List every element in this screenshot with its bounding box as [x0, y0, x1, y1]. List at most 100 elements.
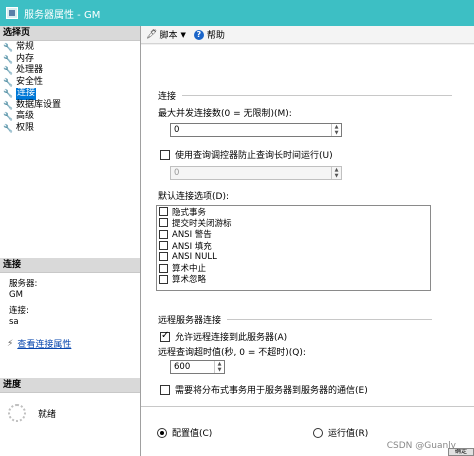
nav-item-label: 常规	[16, 42, 35, 52]
list-item[interactable]: ANSI 填充	[157, 240, 430, 252]
option-checkbox[interactable]	[159, 218, 168, 228]
wrench-icon: 🔧	[3, 89, 13, 98]
script-button[interactable]: 🖋 脚本 ▼	[146, 28, 186, 42]
select-page-header: 选择页	[0, 26, 140, 41]
configured-values-label: 配置值(C)	[172, 429, 213, 439]
nav-item-label: 权限	[16, 122, 35, 133]
option-checkbox[interactable]	[159, 229, 168, 239]
option-label: ANSI 警告	[172, 230, 212, 241]
running-values-label: 运行值(R)	[328, 429, 369, 439]
title-bar: 服务器属性 - GM	[0, 0, 474, 26]
script-label: 脚本	[159, 31, 178, 41]
option-label: 提交时关闭游标	[172, 218, 232, 229]
allow-remote-checkbox[interactable]	[160, 330, 170, 342]
default-options-list[interactable]: 隐式事务 提交时关闭游标 ANSI 警告 ANSI 填充 ANSI NULL 算…	[156, 205, 431, 291]
help-button[interactable]: ? 帮助	[193, 28, 225, 41]
help-icon: ?	[193, 29, 204, 40]
server-value: GM	[9, 290, 23, 300]
option-label: ANSI 填充	[172, 241, 212, 252]
wrench-icon: 🔧	[3, 112, 13, 121]
wrench-icon: 🔧	[3, 54, 13, 64]
list-item[interactable]: 算术中止	[157, 262, 430, 275]
option-checkbox[interactable]	[159, 274, 168, 284]
group-divider	[227, 319, 433, 320]
right-panel: 🖋 脚本 ▼ ? 帮助 连接 最大并发连接数(0 = 无限制)(M): 0 ▲ ▼…	[141, 26, 474, 456]
option-label: 算术忽略	[172, 275, 207, 286]
nav-item-connections[interactable]: 🔧 连接	[0, 88, 140, 100]
query-governor-row[interactable]: 使用查询调控器防止查询长时间运行(U)	[160, 148, 333, 161]
nav-item-database-settings[interactable]: 🔧 数据库设置	[0, 100, 140, 112]
nav-item-label: 处理器	[16, 65, 44, 75]
option-label: 算术中止	[172, 264, 207, 275]
view-connection-properties-link[interactable]: 查看连接属性	[17, 337, 71, 350]
connections-group-title: 连接	[158, 89, 453, 102]
nav-item-security[interactable]: 🔧 安全性	[0, 77, 140, 89]
nav-item-label: 高级	[16, 111, 35, 121]
query-governor-checkbox[interactable]	[160, 149, 170, 160]
max-connections-input[interactable]: 0 ▲ ▼	[170, 123, 342, 137]
nav-item-label: 连接	[16, 88, 37, 100]
max-connections-label: 最大并发连接数(0 = 无限制)(M):	[158, 109, 292, 119]
list-item[interactable]: 隐式事务	[157, 206, 430, 218]
default-options-label: 默认连接选项(D):	[158, 192, 229, 202]
group-divider	[182, 95, 453, 96]
running-values-option[interactable]: 运行值(R)	[313, 426, 368, 439]
wrench-icon: 🔧	[3, 77, 13, 87]
ok-button[interactable]: 确定	[448, 448, 474, 456]
option-checkbox[interactable]	[159, 263, 168, 273]
nav-item-permissions[interactable]: 🔧 权限	[0, 123, 140, 135]
spinner-arrows-icon[interactable]: ▲ ▼	[331, 167, 341, 179]
dist-tx-row[interactable]: 需要将分布式事务用于服务器到服务器的通信(E)	[160, 383, 368, 396]
progress-status: 就绪	[38, 409, 57, 420]
wrench-icon: 🔧	[3, 66, 13, 75]
option-label: ANSI NULL	[172, 251, 217, 262]
query-governor-input[interactable]: 0 ▲ ▼	[170, 166, 342, 180]
connection-header: 连接	[0, 258, 140, 273]
allow-remote-row[interactable]: 允许远程连接到此服务器(A)	[160, 330, 287, 343]
left-panel: 选择页 🔧 常规 🔧 内存 🔧 处理器 🔧 安全性 🔧 连接 🔧 数据库设置 🔧 高级 🔧 权限…	[0, 26, 141, 456]
nav-item-memory[interactable]: 🔧 内存	[0, 54, 140, 66]
option-checkbox[interactable]	[159, 252, 168, 262]
script-icon: 🖋	[146, 29, 158, 40]
running-values-radio[interactable]	[313, 427, 323, 438]
configured-values-option[interactable]: 配置值(C)	[157, 426, 212, 439]
window-title: 服务器属性 - GM	[24, 9, 101, 21]
server-properties-icon	[6, 7, 18, 19]
dist-tx-checkbox[interactable]	[160, 384, 170, 395]
list-item[interactable]: 提交时关闭游标	[157, 217, 430, 229]
section-divider	[141, 406, 474, 407]
nav-item-advanced[interactable]: 🔧 高级	[0, 111, 140, 123]
wrench-icon: 🔧	[3, 123, 13, 133]
list-item[interactable]: ANSI NULL	[157, 251, 430, 262]
view-connection-properties[interactable]: ⚡ 查看连接属性	[0, 337, 140, 351]
watermark: CSDN @Guanly	[386, 441, 456, 451]
spinner-arrows-icon[interactable]: ▲ ▼	[331, 124, 341, 136]
option-label: 隐式事务	[172, 207, 207, 218]
remote-timeout-input[interactable]: 600 ▲ ▼	[170, 360, 225, 374]
connections-group-label: 连接	[158, 92, 177, 102]
chevron-down-icon: ▼	[180, 30, 186, 39]
help-label: 帮助	[206, 31, 225, 41]
progress-status-row: 就绪	[0, 404, 140, 422]
option-checkbox[interactable]	[159, 207, 168, 217]
nav-item-processor[interactable]: 🔧 处理器	[0, 65, 140, 77]
page-nav: 🔧 常规 🔧 内存 🔧 处理器 🔧 安全性 🔧 连接 🔧 数据库设置 🔧 高级 🔧 权限	[0, 41, 140, 134]
wrench-icon: 🔧	[3, 43, 13, 52]
max-connections-value: 0	[174, 125, 180, 135]
list-item[interactable]: ANSI 警告	[157, 229, 430, 240]
connection-value: sa	[9, 317, 19, 327]
nav-item-label: 内存	[16, 53, 35, 64]
connection-properties-icon: ⚡	[7, 338, 14, 349]
configured-values-radio[interactable]	[157, 427, 167, 438]
nav-item-general[interactable]: 🔧 常规	[0, 42, 140, 54]
server-label: 服务器:	[9, 279, 38, 289]
option-checkbox[interactable]	[159, 241, 168, 251]
query-governor-value: 0	[174, 168, 180, 178]
list-item[interactable]: 算术忽略	[157, 274, 430, 285]
wrench-icon: 🔧	[3, 100, 13, 110]
spinner-arrows-icon[interactable]: ▲ ▼	[214, 361, 224, 373]
remote-timeout-value: 600	[174, 362, 191, 372]
progress-spinner-icon	[8, 404, 26, 422]
progress-section: 进度 就绪	[0, 378, 140, 456]
progress-header: 进度	[0, 378, 140, 393]
